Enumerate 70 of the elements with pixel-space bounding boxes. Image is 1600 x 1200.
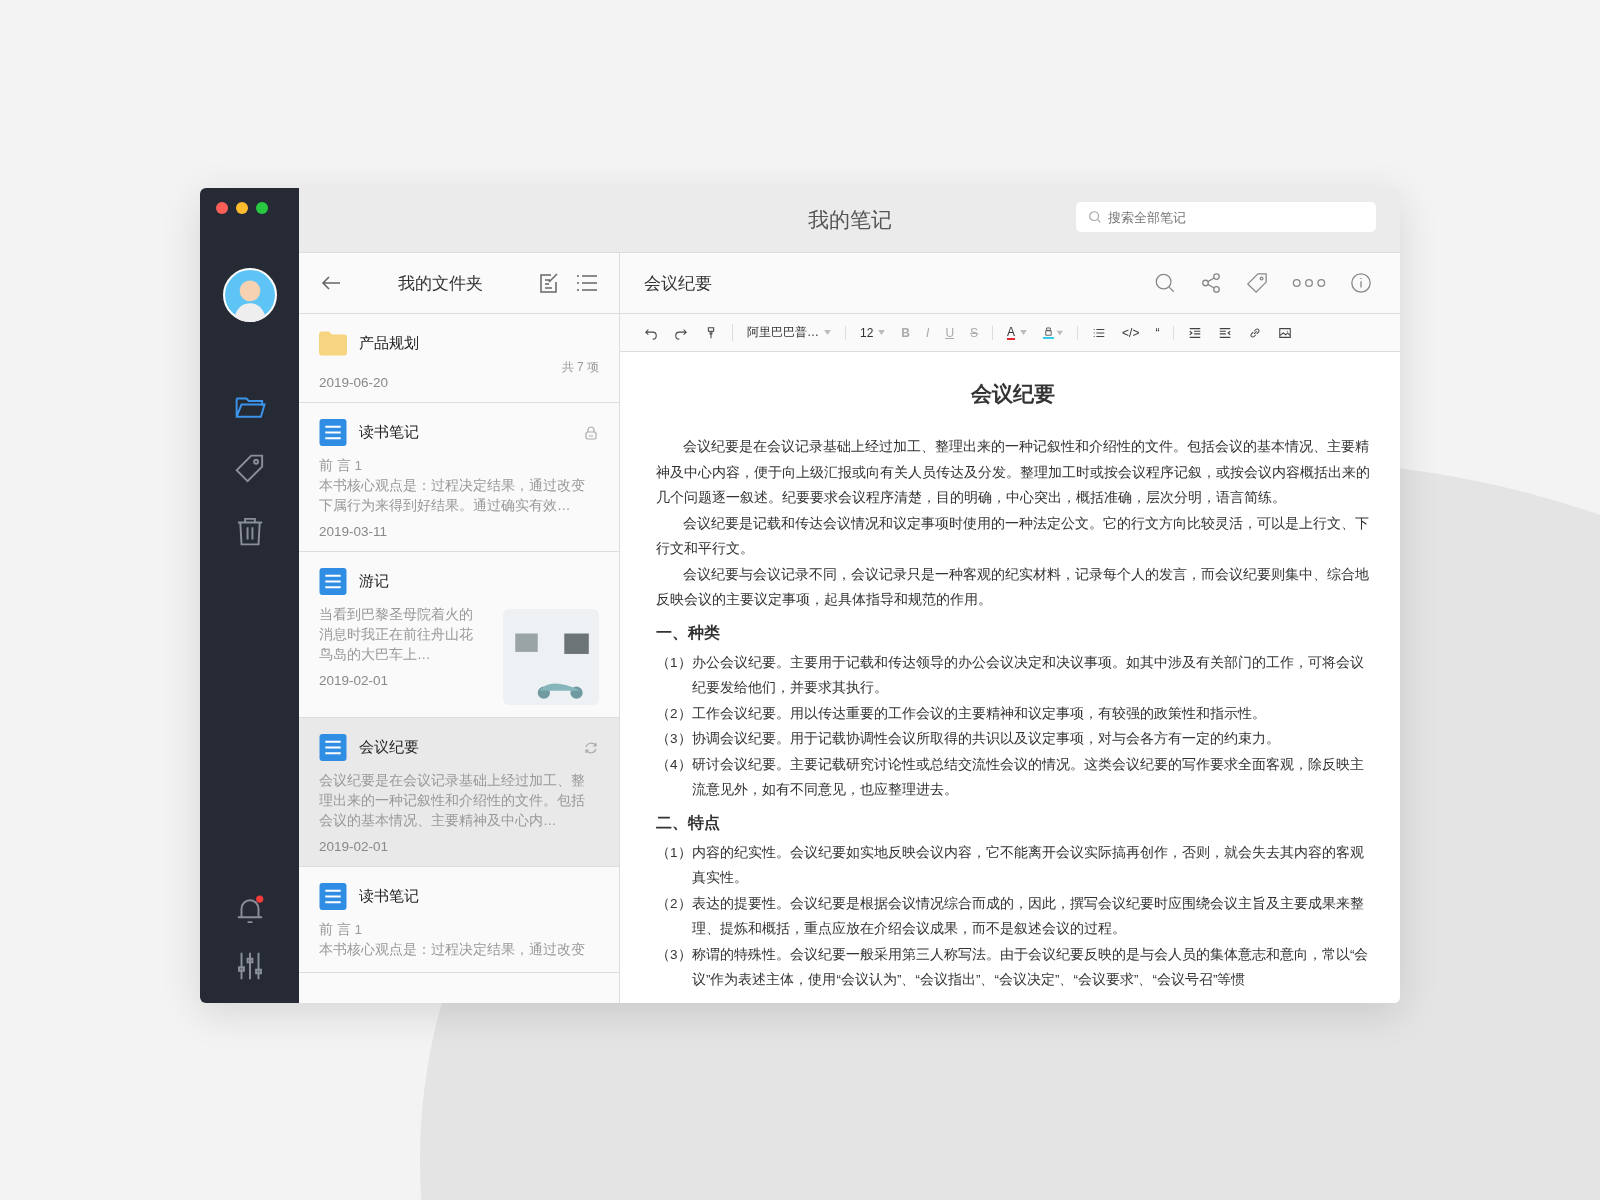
edit-icon[interactable] (537, 271, 561, 295)
section-heading: 一、种类 (656, 622, 721, 643)
note-icon (319, 734, 347, 761)
highlight-icon[interactable] (1043, 326, 1064, 339)
minimize-button[interactable] (236, 202, 248, 214)
list-number: （2） (656, 894, 692, 913)
folder-icon (319, 330, 347, 357)
item-count: 共 7 项 (561, 359, 599, 376)
note-title: 游记 (359, 572, 390, 591)
list-number: （2） (656, 704, 692, 723)
search-icon[interactable] (1154, 272, 1176, 294)
size-dropdown[interactable]: 12 (860, 325, 886, 340)
note-subtitle: 前 言 1 (319, 921, 363, 939)
note-item[interactable]: 会议纪要 会议纪要是在会议记录基础上经过加工、整理出来的一种记叙性和介绍性的文件。包括会议的基本情况、主要精神及中心内… 2019-02-01 (299, 718, 619, 867)
note-title: 读书笔记 (359, 423, 420, 442)
list-number: （1） (656, 843, 692, 862)
note-date: 2019-02-01 (319, 839, 390, 854)
paragraph: 会议纪要是在会议记录基础上经过加工、整理出来的一种记叙性和介绍性的文件。包括会议的基本情况、主要精神及中心内容，便于向上级汇报或向有关人员传达及分发。整理加工时或按会议程序记叙，或按会议内容概括出来的几个问题逐一叙述。纪要要求会议程序清楚，目的明确，中心突出，概括准确，层次分明，语言简练。 (656, 438, 1370, 507)
list-number: （4） (656, 755, 692, 774)
share-icon[interactable] (1200, 272, 1222, 294)
pane-title: 我的文件夹 (396, 272, 484, 295)
font-dropdown[interactable]: 阿里巴巴普… (747, 324, 831, 341)
paragraph: 会议纪要是记载和传达会议情况和议定事项时使用的一种法定公文。它的行文方向比较灵活，可以是上行文、下行文和平行文。 (656, 514, 1370, 558)
caret-icon (1020, 330, 1028, 335)
more-icon[interactable] (1292, 277, 1326, 289)
paragraph: 会议纪要与会议记录不同，会议记录只是一种客观的纪实材料，记录每个人的发言，而会议纪要则集中、综合地反映会议的主要议定事项，起具体指导和规范的作用。 (656, 565, 1370, 609)
note-date: 2019-06-20 (319, 375, 389, 390)
link-icon[interactable] (1248, 325, 1263, 340)
list-number: （3） (656, 945, 692, 964)
outdent-icon[interactable] (1218, 325, 1233, 340)
note-icon (319, 568, 347, 595)
note-date: 2019-03-11 (319, 524, 389, 539)
note-preview: 会议纪要是在会议记录基础上经过加工、整理出来的一种记叙性和介绍性的文件。包括会议的基本情况、主要精神及中心内… (319, 772, 586, 830)
note-icon (319, 419, 347, 446)
list-item-text: 研讨会议纪要。主要记载研究讨论性或总结交流性会议的情况。这类会议纪要的写作要求全面客观，除反映主流意见外，如有不同意见，也应整理进去。 (692, 755, 1365, 799)
list-item-text: 办公会议纪要。主要用于记载和传达领导的办公会议决定和决议事项。如其中涉及有关部门的工作，可将会议纪要发给他们，并要求其执行。 (692, 653, 1365, 697)
note-date: 2019-02-01 (319, 673, 390, 688)
note-subtitle: 前 言 1 (319, 457, 363, 475)
tag-icon[interactable] (1246, 272, 1268, 294)
note-title: 会议纪要 (359, 738, 420, 757)
window-title: 我的笔记 (807, 207, 892, 233)
list-item-text: 表达的提要性。会议纪要是根据会议情况综合而成的，因此，撰写会议纪要时应围绕会议主旨及主要成果来整理、提炼和概括，重点应放在介绍会议成果，而不是叙述会议的过程。 (692, 894, 1365, 938)
indent-icon[interactable] (1188, 325, 1203, 340)
text-color-button[interactable]: A (1007, 325, 1028, 340)
close-button[interactable] (216, 202, 228, 214)
list-item-text: 协调会议纪要。用于记载协调性会议所取得的共识以及议定事项，对与会各方有一定的约束力。 (692, 730, 1281, 748)
note-icon (319, 883, 347, 910)
note-preview: 本书核心观点是：过程决定结果，通过改变 (319, 941, 586, 959)
list-number: （1） (656, 653, 692, 672)
list-number: （3） (656, 730, 692, 748)
image-icon[interactable] (1278, 325, 1293, 340)
note-title: 读书笔记 (359, 887, 420, 906)
list-item-text: 称谓的特殊性。会议纪要一般采用第三人称写法。由于会议纪要反映的是与会人员的集体意志和意向，常以“会议”作为表述主体，使用“会议认为”、“会议指出”、“会议决定”、“会议要求”、“会议号召”等惯 (692, 945, 1370, 989)
section-heading: 二、特点 (656, 812, 721, 833)
note-heading: 会议纪要 (644, 272, 713, 295)
search-icon (1088, 210, 1102, 224)
avatar-icon[interactable] (222, 268, 277, 322)
info-icon[interactable] (1350, 272, 1372, 294)
quote-button[interactable]: “ (1155, 325, 1160, 340)
maximize-button[interactable] (256, 202, 268, 214)
note-preview: 本书核心观点是：过程决定结果，通过改变下属行为来得到好结果。通过确实有效… (319, 477, 586, 515)
code-button[interactable]: </> (1122, 325, 1140, 340)
search-field[interactable]: 搜索全部笔记 (1076, 202, 1376, 232)
note-title: 产品规划 (359, 334, 420, 353)
note-preview: 当看到巴黎圣母院着火的消息时我正在前往舟山花鸟岛的大巴车上… (319, 606, 474, 664)
list-item-text: 工作会议纪要。用以传达重要的工作会议的主要精神和议定事项，有较强的政策性和指示性。 (692, 704, 1267, 723)
list-item-text: 内容的纪实性。会议纪要如实地反映会议内容，它不能离开会议实际搞再创作，否则，就会失去其内容的客观真实性。 (692, 843, 1365, 887)
caret-icon (824, 330, 831, 335)
caret-icon (878, 330, 886, 335)
document-title: 会议纪要 (970, 381, 1056, 407)
